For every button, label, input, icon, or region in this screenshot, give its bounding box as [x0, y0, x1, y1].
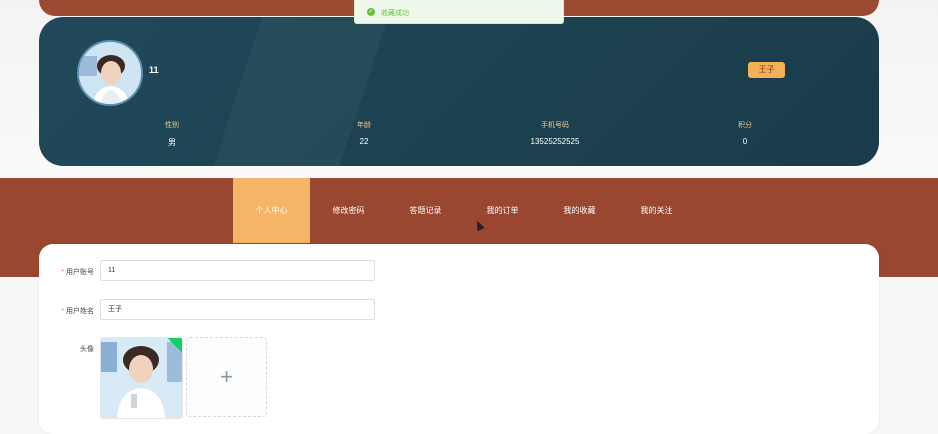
stat-gender: 性别 男 [122, 120, 222, 148]
profile-card: 11 王子 性别 男 年龄 22 手机号码 13525252525 积分 0 [39, 17, 879, 166]
profile-form: * 用户账号 11 * 用户姓名 王子 头像 + [39, 244, 879, 434]
stat-points: 积分 0 [695, 120, 795, 146]
avatar-thumbnail-photo-icon [101, 338, 182, 418]
avatar-label: 头像 [80, 346, 94, 353]
stat-value: 13525252525 [530, 137, 580, 146]
account-input[interactable]: 11 [100, 260, 375, 281]
stat-phone: 手机号码 13525252525 [505, 120, 605, 146]
avatar-photo-icon [79, 42, 141, 104]
toast-message: 收藏成功 [381, 10, 409, 17]
name-label: * 用户姓名 [61, 308, 94, 315]
stat-age: 年龄 22 [314, 120, 414, 146]
avatar [77, 40, 143, 106]
success-toast: ✓ 收藏成功 [354, 0, 564, 24]
tab-my-favorites[interactable]: 我的收藏 [541, 178, 618, 243]
tab-my-orders[interactable]: 我的订单 [464, 178, 541, 243]
role-badge: 王子 [748, 62, 785, 78]
stat-label: 年龄 [357, 122, 371, 129]
stat-value: 0 [742, 137, 748, 146]
stat-label: 性别 [165, 122, 179, 129]
tab-quiz-records[interactable]: 答题记录 [387, 178, 464, 243]
stat-value: 22 [359, 137, 369, 146]
avatar-thumbnail[interactable] [100, 337, 183, 419]
profile-nav: 个人中心 修改密码 答题记录 我的订单 我的收藏 我的关注 [233, 178, 695, 243]
tab-my-follows[interactable]: 我的关注 [618, 178, 695, 243]
tab-change-password[interactable]: 修改密码 [310, 178, 387, 243]
name-input[interactable]: 王子 [100, 299, 375, 320]
tab-personal-center[interactable]: 个人中心 [233, 178, 310, 243]
success-check-icon: ✓ [367, 8, 375, 16]
stat-value: 男 [168, 138, 176, 147]
add-avatar-button[interactable]: + [186, 337, 267, 417]
profile-username: 11 [149, 65, 159, 75]
stat-label: 积分 [738, 122, 752, 129]
account-label: * 用户账号 [61, 269, 94, 276]
stat-label: 手机号码 [541, 122, 569, 129]
